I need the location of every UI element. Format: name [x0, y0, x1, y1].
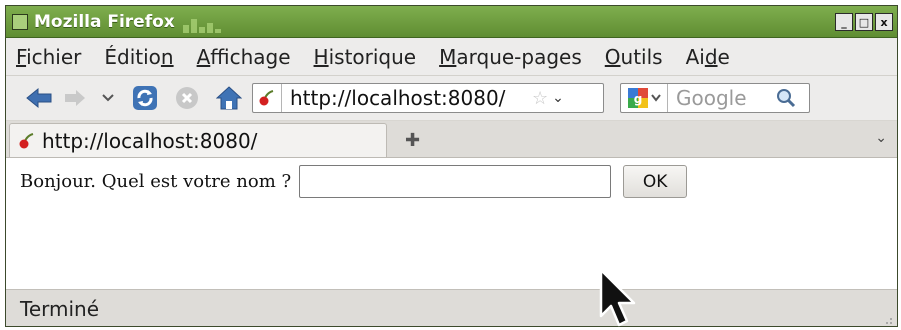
name-input[interactable]	[299, 165, 612, 198]
tab-localhost[interactable]: http://localhost:8080/	[9, 123, 387, 157]
maximize-button[interactable]: □	[855, 13, 873, 31]
url-bar[interactable]: http://localhost:8080/ ☆ ⌄	[252, 83, 604, 113]
menu-bar: Fichier Édition Affichage Historique Mar…	[6, 38, 897, 76]
close-button[interactable]: x	[875, 13, 893, 31]
tab-list-chevron-icon[interactable]: ⌄	[875, 130, 887, 146]
search-magnifier-icon[interactable]	[776, 88, 796, 108]
reload-icon[interactable]	[130, 83, 160, 113]
ok-button[interactable]: OK	[623, 165, 688, 198]
search-engine-selector[interactable]: g	[621, 84, 668, 112]
name-form: Bonjour. Quel est votre nom ? OK	[20, 165, 688, 198]
menu-marque-pages[interactable]: Marque-pages	[439, 45, 582, 69]
status-text: Terminé	[20, 297, 100, 321]
app-icon	[12, 13, 28, 30]
site-favicon-icon	[253, 84, 282, 112]
menu-historique[interactable]: Historique	[314, 45, 417, 69]
minimize-button[interactable]: _	[835, 13, 853, 31]
stop-icon[interactable]	[172, 83, 202, 113]
svg-text:g: g	[634, 92, 643, 106]
title-bar[interactable]: Mozilla Firefox _ □ x	[6, 6, 897, 38]
url-dropdown-icon[interactable]: ⌄	[552, 90, 564, 106]
firefox-window: Mozilla Firefox _ □ x Fichier Édition Af…	[5, 5, 898, 327]
name-prompt-label: Bonjour. Quel est votre nom ?	[20, 171, 292, 192]
search-input[interactable]: Google	[676, 86, 774, 110]
menu-outils[interactable]: Outils	[605, 45, 663, 69]
bookmark-star-icon[interactable]: ☆	[532, 88, 548, 109]
new-tab-plus-icon[interactable]: ✚	[405, 123, 420, 157]
window-controls: _ □ x	[835, 13, 893, 31]
tab-label: http://localhost:8080/	[42, 128, 258, 153]
tab-favicon-icon	[18, 132, 36, 150]
history-dropdown-icon[interactable]	[100, 83, 116, 113]
mouse-cursor-icon	[599, 268, 636, 327]
google-logo-icon: g	[628, 88, 648, 108]
navigation-toolbar: http://localhost:8080/ ☆ ⌄ g Google	[6, 76, 897, 121]
page-content: Bonjour. Quel est votre nom ? OK	[6, 158, 897, 289]
menu-aide[interactable]: Aide	[686, 45, 730, 69]
chevron-down-icon	[651, 94, 661, 102]
back-arrow-icon[interactable]	[24, 83, 54, 113]
home-icon[interactable]	[214, 83, 244, 113]
forward-arrow-icon[interactable]	[62, 83, 88, 113]
titlebar-decoration-icon	[182, 11, 223, 33]
search-bar[interactable]: g Google	[620, 83, 810, 113]
menu-fichier[interactable]: Fichier	[16, 45, 81, 69]
resize-grip-icon[interactable]	[881, 313, 893, 325]
menu-edition[interactable]: Édition	[104, 45, 173, 69]
status-bar: Terminé	[6, 289, 897, 326]
menu-affichage[interactable]: Affichage	[197, 45, 291, 69]
url-text[interactable]: http://localhost:8080/	[290, 86, 530, 110]
window-title: Mozilla Firefox	[34, 11, 175, 32]
tab-bar: http://localhost:8080/ ✚ ⌄	[6, 121, 897, 158]
